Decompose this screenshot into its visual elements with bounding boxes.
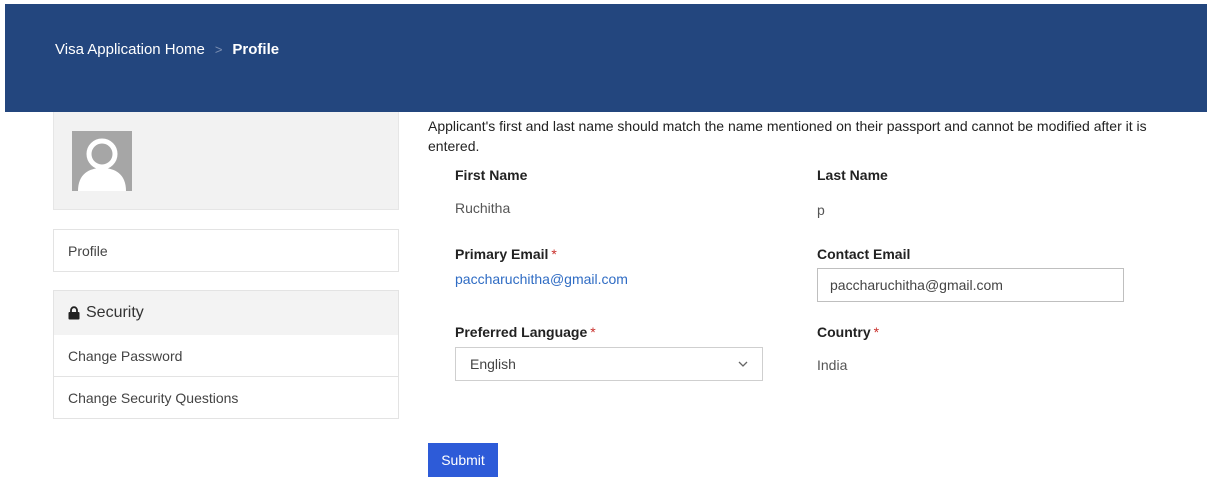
avatar (72, 131, 132, 191)
sidebar-heading-label: Security (86, 304, 144, 321)
page-header: Visa Application Home > Profile (5, 4, 1207, 112)
first-name-label: First Name (455, 167, 528, 183)
breadcrumb: Visa Application Home > Profile (55, 41, 279, 58)
required-marker: * (590, 324, 596, 340)
sidebar-profile-card: Profile (53, 229, 399, 272)
contact-email-label: Contact Email (817, 246, 911, 262)
chevron-down-icon (738, 361, 748, 367)
preferred-language-selected: English (470, 356, 516, 372)
primary-email-label-text: Primary Email (455, 246, 549, 262)
sidebar-item-change-password[interactable]: Change Password (54, 335, 398, 376)
sidebar-item-label: Change Password (68, 347, 183, 364)
lock-icon (68, 306, 80, 320)
sidebar-item-label: Profile (68, 242, 108, 259)
primary-email-value: paccharuchitha@gmail.com (455, 271, 628, 287)
sidebar-item-change-security-questions[interactable]: Change Security Questions (54, 377, 398, 418)
sidebar-item-profile[interactable]: Profile (54, 230, 398, 271)
name-policy-notice: Applicant's first and last name should m… (428, 118, 1147, 154)
contact-email-input[interactable] (817, 268, 1124, 302)
sidebar-security-heading: Security (54, 291, 398, 335)
user-placeholder-icon (72, 131, 132, 191)
avatar-panel (53, 112, 399, 210)
required-marker: * (551, 246, 557, 262)
primary-email-label: Primary Email * (455, 246, 557, 262)
first-name-value: Ruchitha (455, 200, 511, 216)
preferred-language-select[interactable]: English (455, 347, 763, 381)
preferred-language-label: Preferred Language * (455, 324, 596, 340)
breadcrumb-separator: > (214, 42, 223, 57)
last-name-label: Last Name (817, 167, 888, 183)
preferred-language-label-text: Preferred Language (455, 324, 588, 340)
country-value: India (817, 357, 848, 373)
sidebar-item-label: Change Security Questions (68, 389, 239, 406)
breadcrumb-home-link[interactable]: Visa Application Home (55, 41, 205, 58)
submit-button[interactable]: Submit (428, 443, 498, 477)
country-label: Country * (817, 324, 879, 340)
country-label-text: Country (817, 324, 871, 340)
last-name-value: p (817, 202, 825, 218)
breadcrumb-current: Profile (232, 41, 280, 58)
required-marker: * (873, 324, 880, 340)
sidebar-security-card: Security Change Password Change Security… (53, 290, 399, 419)
